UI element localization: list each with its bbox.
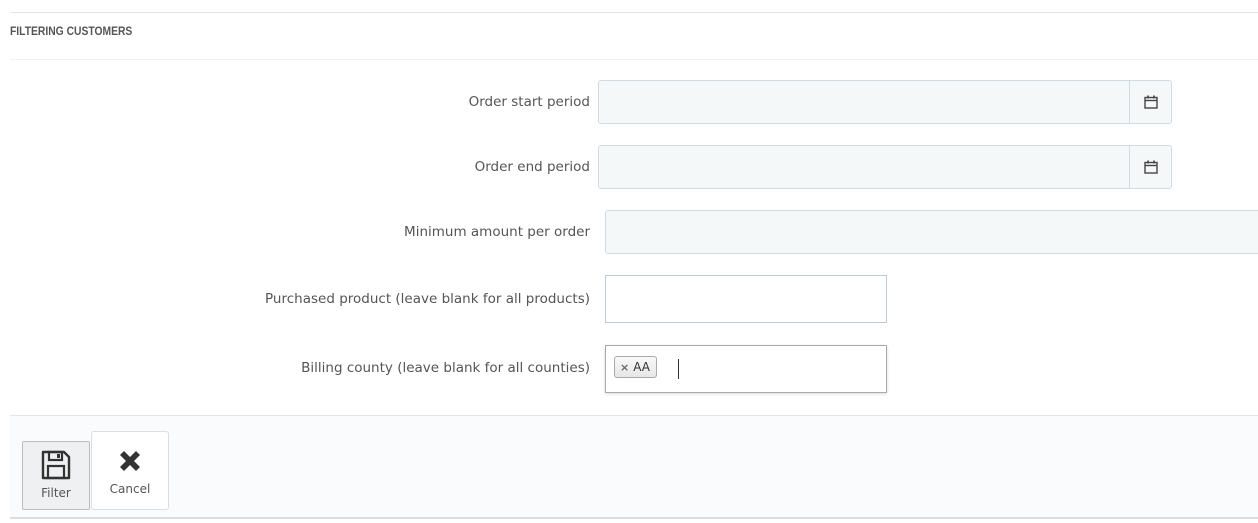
- tag-label: AA: [633, 360, 650, 374]
- order-start-row: Order start period: [0, 80, 1258, 124]
- top-divider: [10, 12, 1258, 13]
- purchased-product-row: Purchased product (leave blank for all p…: [0, 275, 1258, 323]
- min-amount-label: Minimum amount per order: [404, 224, 590, 240]
- calendar-icon: [1143, 160, 1158, 174]
- heading-divider: [10, 59, 1258, 60]
- min-amount-input[interactable]: [605, 210, 1258, 254]
- calendar-icon: [1143, 95, 1158, 109]
- bottom-divider: [10, 517, 1258, 519]
- order-start-label: Order start period: [468, 94, 590, 110]
- cancel-button[interactable]: Cancel: [91, 431, 169, 510]
- purchased-product-input[interactable]: [605, 275, 887, 323]
- min-amount-row: Minimum amount per order: [0, 210, 1258, 254]
- order-end-calendar-button[interactable]: [1129, 146, 1171, 188]
- purchased-product-label: Purchased product (leave blank for all p…: [265, 291, 590, 307]
- order-start-field[interactable]: [598, 80, 1172, 124]
- close-icon: [120, 451, 140, 471]
- filter-button[interactable]: Filter: [22, 441, 90, 510]
- order-start-calendar-button[interactable]: [1129, 81, 1171, 123]
- cancel-button-label: Cancel: [109, 482, 151, 496]
- order-end-label: Order end period: [474, 159, 590, 175]
- billing-county-row: Billing county (leave blank for all coun…: [0, 345, 1258, 393]
- panel-footer: Filter Cancel: [10, 416, 1258, 518]
- billing-county-label: Billing county (leave blank for all coun…: [301, 360, 590, 376]
- county-tag-aa: × AA: [614, 356, 657, 378]
- floppy-disk-icon: [41, 450, 71, 480]
- tag-remove-icon[interactable]: ×: [620, 361, 629, 374]
- filter-button-label: Filter: [41, 486, 71, 500]
- panel-title: FILTERING CUSTOMERS: [10, 24, 133, 38]
- order-end-row: Order end period: [0, 145, 1258, 189]
- order-end-field[interactable]: [598, 145, 1172, 189]
- text-cursor: [678, 359, 679, 379]
- billing-county-input[interactable]: × AA: [605, 345, 887, 393]
